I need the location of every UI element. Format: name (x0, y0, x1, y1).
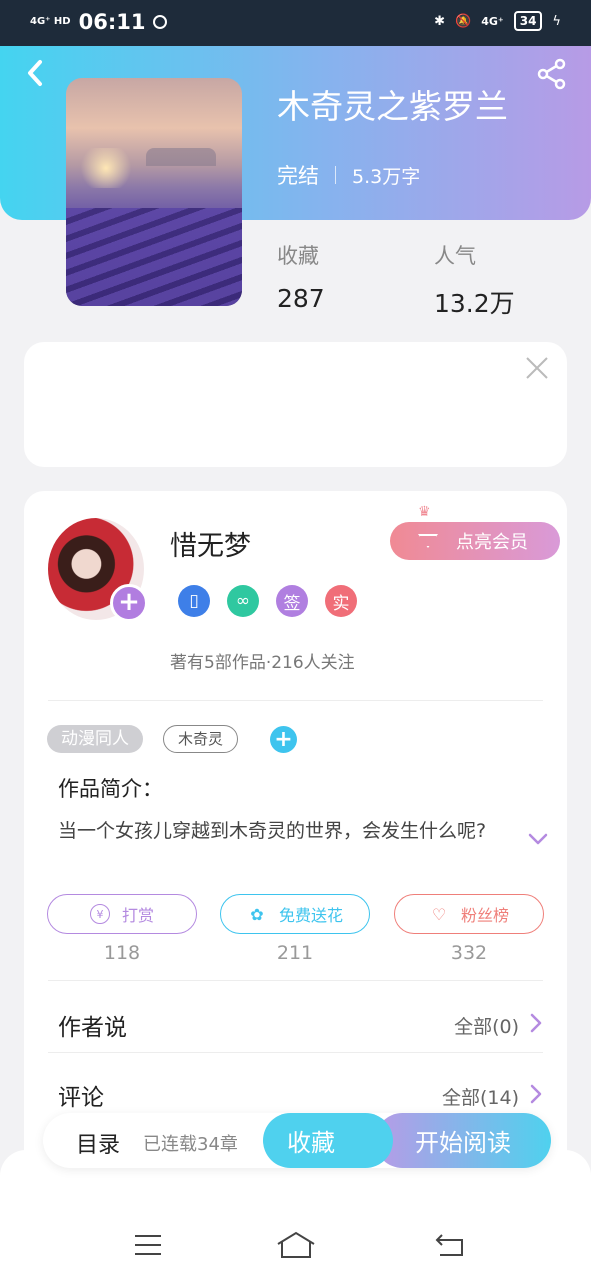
back-icon[interactable] (434, 1232, 466, 1262)
completion-status: 完结 (277, 164, 319, 188)
tag-keyword[interactable]: 木奇灵 (163, 725, 239, 753)
divider (48, 1052, 543, 1053)
stat-value: 287 (277, 284, 325, 313)
chevron-down-icon[interactable] (527, 828, 549, 850)
tag-category[interactable]: 动漫同人 (47, 725, 143, 753)
start-reading-button[interactable]: 开始阅读 (375, 1113, 551, 1168)
comments-link[interactable]: 全部(14) (442, 1083, 519, 1110)
intro-text: 当一个女孩儿穿越到木奇灵的世界，会发生什么呢? (58, 820, 487, 842)
stat-favorites: 收藏 287 (277, 240, 325, 313)
tip-label: 打赏 (121, 906, 154, 925)
fans-ranking-button[interactable]: ♡ 粉丝榜 (394, 894, 544, 934)
signed-badge-icon[interactable]: 签 (276, 585, 308, 617)
signal-indicator: 4G⁺ HD (30, 16, 71, 27)
author-name[interactable]: 惜无梦 (170, 524, 251, 563)
handshake-badge-icon[interactable]: ∞ (227, 585, 259, 617)
home-icon[interactable] (276, 1230, 316, 1264)
phone-badge-icon[interactable]: ▯ (178, 585, 210, 617)
stat-label: 人气 (434, 244, 476, 268)
divider (48, 980, 543, 981)
vip-label: 点亮会员 (456, 532, 528, 553)
book-status: 完结 5.3万字 (277, 160, 420, 190)
catalog-button[interactable]: 目录 (76, 1127, 120, 1159)
vip-button[interactable]: 点亮会员 (390, 522, 560, 560)
add-to-favorites-button[interactable]: 收藏 (263, 1113, 393, 1168)
divider (48, 700, 543, 701)
book-cover[interactable] (66, 78, 242, 306)
fans-count: 332 (450, 942, 488, 964)
author-says-title[interactable]: 作者说 (58, 1008, 127, 1042)
stat-value: 13.2万 (434, 289, 515, 318)
menu-icon[interactable] (133, 1233, 163, 1261)
chevron-right-icon[interactable] (529, 1083, 543, 1105)
word-count: 5.3万字 (352, 165, 421, 188)
chapter-count: 已连载34章 (143, 1134, 238, 1155)
author-says-link[interactable]: 全部(0) (454, 1012, 519, 1039)
bluetooth-icon: ✱ (434, 13, 446, 29)
mute-icon: 🔕 (455, 13, 472, 29)
stat-popularity: 人气 13.2万 (434, 240, 515, 320)
globe-icon (153, 15, 168, 29)
stat-label: 收藏 (277, 244, 319, 268)
send-flower-label: 免费送花 (278, 906, 343, 925)
book-title: 木奇灵之紫罗兰 (277, 87, 508, 126)
battery-indicator: 34 (513, 11, 543, 31)
fans-icon: ♡ (431, 904, 447, 924)
clock: 06:11 (78, 10, 146, 34)
share-icon[interactable] (536, 58, 568, 90)
flower-icon: ✿ (250, 904, 264, 924)
close-icon[interactable] (525, 356, 549, 380)
diamond-icon (418, 534, 438, 548)
chevron-left-icon[interactable] (22, 56, 52, 90)
comments-title[interactable]: 评论 (58, 1078, 104, 1112)
tip-button[interactable]: ¥ 打赏 (47, 894, 197, 934)
yuan-icon: ¥ (89, 904, 110, 924)
status-bar: 4G⁺ HD 06:11 ✱ 🔕 4G⁺ 34 ϟ (0, 0, 591, 46)
flower-count: 211 (276, 942, 314, 964)
fans-ranking-label: 粉丝榜 (460, 906, 509, 925)
add-tag-button[interactable]: + (270, 726, 297, 753)
verified-badge-icon[interactable]: 实 (325, 585, 357, 617)
chevron-right-icon[interactable] (529, 1012, 543, 1034)
network-indicator: 4G⁺ (481, 14, 504, 28)
follow-author-button[interactable]: + (110, 584, 148, 622)
works-info: 著有5部作品·216人关注 (170, 653, 355, 673)
author-badges: ▯ ∞ 签 实 (178, 585, 357, 617)
ad-banner[interactable] (24, 342, 567, 467)
tip-count: 118 (103, 942, 141, 964)
intro-title: 作品简介： (58, 777, 163, 801)
charging-icon: ϟ (552, 13, 561, 29)
send-flower-button[interactable]: ✿ 免费送花 (220, 894, 370, 934)
crown-icon: ♛ (418, 504, 431, 520)
